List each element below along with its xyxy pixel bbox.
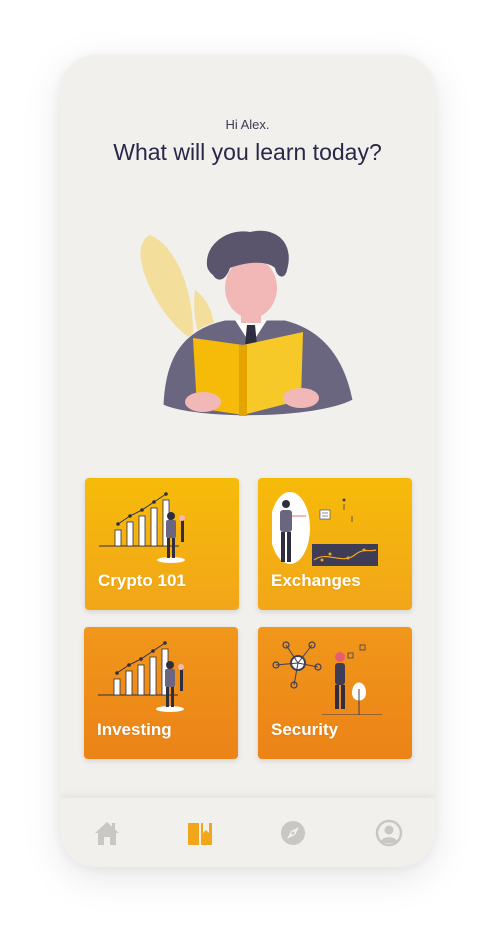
exchange-illustration bbox=[272, 492, 378, 566]
card-label: Investing bbox=[97, 720, 172, 739]
course-card-exchanges[interactable]: Exchanges bbox=[258, 478, 412, 610]
course-card-crypto-101[interactable]: Crypto 101 bbox=[85, 478, 239, 610]
bottom-tab-bar bbox=[60, 798, 435, 867]
reading-person-illustration bbox=[140, 230, 354, 417]
chart-illustration bbox=[99, 492, 185, 563]
security-illustration bbox=[272, 641, 382, 715]
tab-learn[interactable] bbox=[185, 818, 215, 848]
chart-illustration bbox=[98, 641, 184, 712]
book-icon bbox=[188, 823, 212, 845]
course-card-security[interactable]: Security bbox=[258, 627, 412, 759]
profile-icon bbox=[375, 819, 403, 847]
greeting-text: Hi Alex. bbox=[225, 117, 270, 132]
tab-home[interactable] bbox=[92, 818, 122, 848]
tab-explore[interactable] bbox=[278, 818, 308, 848]
course-card-investing[interactable]: Investing bbox=[84, 627, 238, 759]
card-label: Security bbox=[271, 720, 339, 739]
tab-profile[interactable] bbox=[374, 818, 404, 848]
compass-icon bbox=[281, 821, 305, 845]
card-label: Crypto 101 bbox=[98, 571, 186, 590]
phone-screen: Hi Alex. What will you learn today? Cryp… bbox=[60, 55, 435, 867]
page-title: What will you learn today? bbox=[113, 139, 382, 165]
card-label: Exchanges bbox=[271, 571, 361, 590]
home-icon bbox=[95, 822, 119, 845]
